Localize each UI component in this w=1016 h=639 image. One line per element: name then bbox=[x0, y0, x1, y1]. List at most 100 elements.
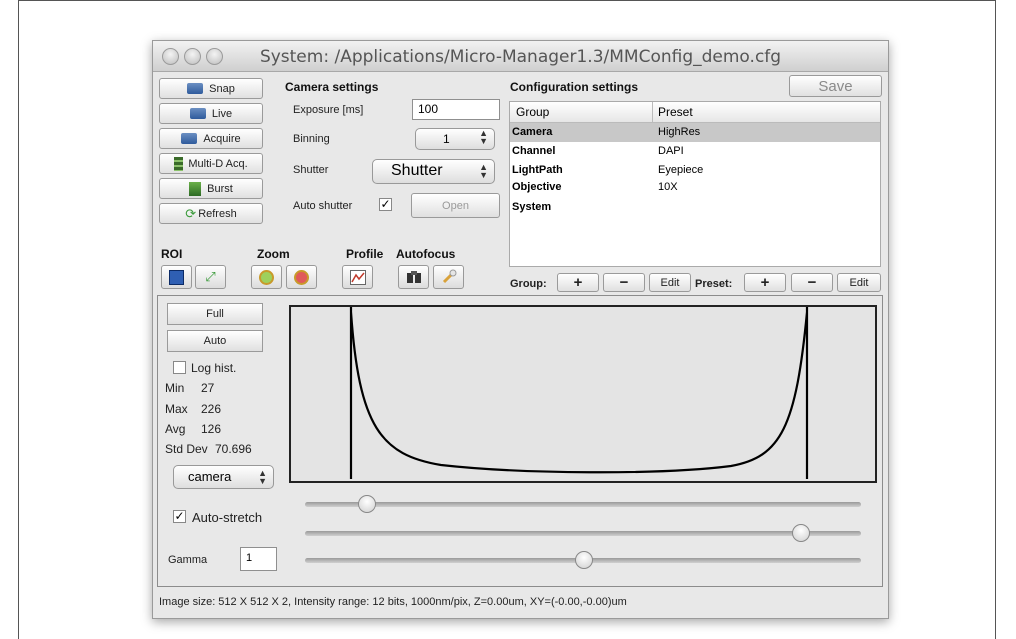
shutter-value: Shutter bbox=[391, 162, 443, 179]
add-group-button[interactable]: + bbox=[557, 273, 599, 292]
refresh-button[interactable]: ⟳ Refresh bbox=[159, 203, 263, 224]
acquire-icon bbox=[181, 133, 198, 144]
expand-arrows-icon: ⤢ bbox=[205, 269, 216, 284]
configuration-settings-heading: Configuration settings bbox=[510, 80, 638, 94]
camera-icon bbox=[187, 83, 204, 94]
add-preset-button[interactable]: + bbox=[744, 273, 786, 292]
group-cell: Channel bbox=[512, 145, 556, 157]
burst-icon bbox=[189, 181, 202, 196]
group-controls-label: Group: bbox=[510, 278, 547, 290]
window-title: System: /Applications/Micro-Manager1.3/M… bbox=[259, 47, 782, 67]
binning-label: Binning bbox=[293, 133, 330, 145]
binning-select[interactable]: 1 ▲ ▼ bbox=[415, 128, 495, 150]
group-cell: Camera bbox=[512, 126, 553, 138]
group-cell: System bbox=[512, 201, 552, 213]
autofocus-settings-button[interactable] bbox=[433, 265, 464, 289]
auto-shutter-checkbox[interactable]: ✓ bbox=[379, 198, 392, 211]
group-column-header[interactable]: Group bbox=[516, 105, 549, 119]
preset-cell[interactable]: HighRes bbox=[658, 126, 700, 138]
set-roi-button[interactable] bbox=[161, 265, 192, 289]
acquire-label: Acquire bbox=[203, 132, 241, 145]
profile-chart-icon bbox=[349, 269, 366, 285]
preset-cell[interactable]: Eyepiece bbox=[658, 164, 703, 176]
main-window: System: /Applications/Micro-Manager1.3/M… bbox=[152, 40, 889, 619]
min-slider[interactable] bbox=[305, 495, 861, 513]
table-header: Group Preset bbox=[510, 102, 880, 123]
line-profile-button[interactable] bbox=[342, 265, 373, 289]
open-shutter-button[interactable]: Open bbox=[411, 193, 500, 218]
auto-stretch-label: Auto-stretch bbox=[192, 510, 263, 525]
snap-button[interactable]: Snap bbox=[159, 78, 263, 99]
log-hist-label: Log hist. bbox=[191, 361, 237, 375]
max-value: 226 bbox=[201, 402, 222, 416]
preset-column-header[interactable]: Preset bbox=[658, 105, 693, 119]
camera-settings-heading: Camera settings bbox=[285, 80, 379, 94]
remove-preset-button[interactable]: − bbox=[791, 273, 833, 292]
table-row[interactable]: Objective 10X bbox=[510, 178, 880, 197]
title-bar[interactable]: System: /Applications/Micro-Manager1.3/M… bbox=[153, 41, 888, 72]
auto-shutter-label: Auto shutter bbox=[293, 200, 353, 212]
max-slider[interactable] bbox=[305, 524, 861, 542]
save-config-button[interactable]: Save bbox=[789, 75, 882, 97]
shutter-select[interactable]: Shutter ▲ ▼ bbox=[372, 159, 495, 184]
table-row[interactable]: System bbox=[510, 198, 880, 217]
burst-button[interactable]: Burst bbox=[159, 178, 263, 199]
edit-group-button[interactable]: Edit bbox=[649, 273, 691, 292]
auto-scale-button[interactable]: Auto bbox=[167, 330, 263, 352]
edit-preset-button[interactable]: Edit bbox=[837, 273, 881, 292]
gamma-label: Gamma bbox=[168, 554, 208, 566]
roi-rectangle-icon bbox=[169, 269, 184, 285]
group-cell: Objective bbox=[512, 181, 562, 193]
remove-group-button[interactable]: − bbox=[603, 273, 645, 292]
preset-cell[interactable]: 10X bbox=[658, 181, 678, 193]
channel-value: camera bbox=[188, 469, 232, 484]
shutter-label: Shutter bbox=[293, 164, 329, 176]
burst-label: Burst bbox=[207, 182, 233, 195]
exposure-label: Exposure [ms] bbox=[293, 104, 364, 116]
avg-value: 126 bbox=[201, 422, 222, 436]
autofocus-now-button[interactable] bbox=[398, 265, 429, 289]
configuration-table: Group Preset Camera HighRes Channel DAPI… bbox=[509, 101, 881, 267]
zoom-in-button[interactable] bbox=[251, 265, 282, 289]
gamma-slider-knob[interactable] bbox=[575, 551, 593, 569]
zoom-out-magnifier-icon bbox=[294, 269, 309, 285]
table-row[interactable]: Camera HighRes bbox=[510, 123, 880, 142]
preset-controls-label: Preset: bbox=[695, 278, 733, 290]
up-down-arrows-icon: ▲ ▼ bbox=[479, 128, 488, 146]
autofocus-label: Autofocus bbox=[396, 247, 456, 261]
histogram-curve bbox=[349, 307, 809, 479]
log-hist-checkbox[interactable] bbox=[173, 361, 186, 374]
max-label: Max bbox=[165, 402, 188, 416]
refresh-label: Refresh bbox=[198, 207, 237, 220]
column-divider bbox=[652, 102, 653, 122]
binoculars-icon bbox=[406, 271, 421, 283]
channel-select[interactable]: camera ▲ ▼ bbox=[173, 465, 274, 489]
gamma-input[interactable]: 1 bbox=[240, 547, 277, 571]
preset-cell[interactable]: DAPI bbox=[658, 145, 684, 157]
avg-label: Avg bbox=[165, 422, 186, 436]
acquire-button[interactable]: Acquire bbox=[159, 128, 263, 149]
table-row[interactable]: Channel DAPI bbox=[510, 142, 880, 161]
histogram-plot[interactable] bbox=[289, 305, 877, 483]
auto-stretch-checkbox[interactable]: ✓ bbox=[173, 510, 186, 523]
live-label: Live bbox=[211, 107, 233, 120]
max-slider-knob[interactable] bbox=[791, 524, 810, 542]
full-scale-button[interactable]: Full bbox=[167, 303, 263, 325]
status-bar: Image size: 512 X 512 X 2, Intensity ran… bbox=[159, 596, 627, 608]
exposure-input[interactable]: 100 bbox=[412, 99, 500, 120]
binning-value: 1 bbox=[443, 132, 450, 146]
zoom-out-button[interactable] bbox=[286, 265, 317, 289]
zoom-in-magnifier-icon bbox=[259, 269, 274, 285]
profile-label: Profile bbox=[346, 247, 384, 261]
min-value: 27 bbox=[201, 381, 215, 395]
roi-label: ROI bbox=[161, 247, 183, 261]
reset-roi-button[interactable]: ⤢ bbox=[195, 265, 226, 289]
gamma-slider[interactable] bbox=[305, 551, 861, 569]
channel-arrows-icon: ▲ ▼ bbox=[258, 468, 267, 486]
live-button[interactable]: Live bbox=[159, 103, 263, 124]
std-dev-value: 70.696 bbox=[215, 442, 252, 456]
wrench-icon bbox=[442, 269, 456, 284]
multi-d-acq-label: Multi-D Acq. bbox=[188, 157, 248, 170]
multi-d-acq-button[interactable]: Multi-D Acq. bbox=[159, 153, 263, 174]
shutter-arrows-icon: ▲ ▼ bbox=[479, 162, 488, 180]
